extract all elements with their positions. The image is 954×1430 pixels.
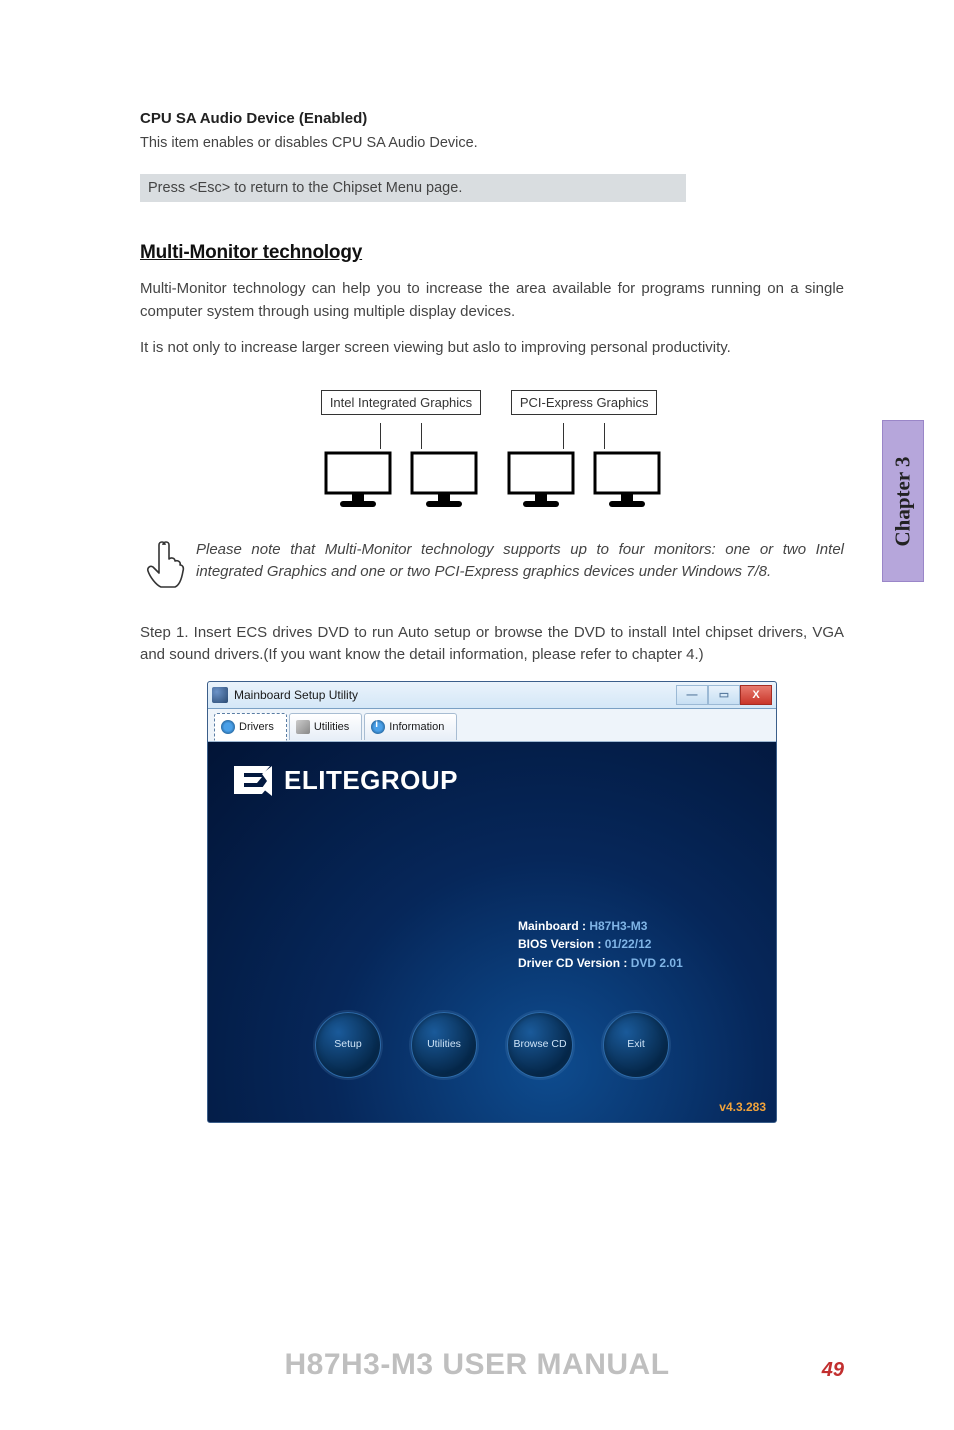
pcie-label: PCI-Express Graphics [511,390,658,415]
chapter-label: Chapter 3 [891,456,916,546]
note-text: Please note that Multi-Monitor technolog… [196,539,844,594]
monitor-diagram: Intel Integrated Graphics PCI-Express Gr… [140,390,844,511]
titlebar: Mainboard Setup Utility — ▭ X [208,682,776,709]
mm-para-2: It is not only to increase larger screen… [140,337,844,360]
button-label: Utilities [427,1039,461,1051]
connector-row [380,423,422,449]
chapter-tab: Chapter 3 [882,420,924,582]
minimize-button[interactable]: — [676,685,708,705]
hand-icon [140,539,186,594]
footer-title: H87H3-M3 USER MANUAL [0,1348,954,1382]
cd-label: Driver CD Version : [518,956,631,970]
tab-label: Drivers [239,721,274,733]
connector-line [380,423,381,449]
connector-row [563,423,605,449]
connector-line [563,423,564,449]
bios-value: 01/22/12 [605,937,652,951]
button-label: Setup [334,1039,361,1051]
section-title: Multi-Monitor technology [140,242,844,264]
close-button[interactable]: X [740,685,772,705]
tab-information[interactable]: Information [364,713,457,740]
tool-icon [296,720,310,734]
monitor-group-pcie: PCI-Express Graphics [505,390,663,511]
page-number: 49 [822,1359,844,1382]
monitor-group-integrated: Intel Integrated Graphics [321,390,481,511]
ecs-logo-icon [232,764,276,798]
setup-button[interactable]: Setup [315,1012,381,1078]
integrated-label: Intel Integrated Graphics [321,390,481,415]
mm-para-1: Multi-Monitor technology can help you to… [140,278,844,323]
monitor-icon [408,449,480,511]
mainboard-label: Mainboard : [518,919,589,933]
mainboard-value: H87H3-M3 [589,919,647,933]
monitors-row [322,449,480,511]
brand-text: ELITEGROUP [284,765,458,796]
connector-line [604,423,605,449]
monitor-icon [322,449,394,511]
browse-cd-button[interactable]: Browse CD [507,1012,573,1078]
utilities-button[interactable]: Utilities [411,1012,477,1078]
esc-hint-box: Press <Esc> to return to the Chipset Men… [140,174,686,202]
monitor-icon [505,449,577,511]
utility-body: ELITEGROUP Mainboard : H87H3-M3 BIOS Ver… [208,742,776,1122]
button-label: Browse CD [513,1039,566,1051]
round-buttons: Setup Utilities Browse CD Exit [208,1012,776,1078]
footer: H87H3-M3 USER MANUAL [0,1348,954,1382]
window-title: Mainboard Setup Utility [234,688,670,702]
cpu-sa-heading: CPU SA Audio Device (Enabled) [140,110,844,127]
app-icon [212,687,228,703]
note-block: Please note that Multi-Monitor technolog… [140,539,844,594]
exit-button[interactable]: Exit [603,1012,669,1078]
maximize-button[interactable]: ▭ [708,685,740,705]
cpu-sa-desc: This item enables or disables CPU SA Aud… [140,133,844,154]
tab-label: Information [389,721,444,733]
cd-icon [221,720,235,734]
version-text: v4.3.283 [719,1100,766,1114]
tab-label: Utilities [314,721,349,733]
tab-bar: Drivers Utilities Information [208,709,776,742]
tab-drivers[interactable]: Drivers [214,713,287,741]
brand: ELITEGROUP [232,764,458,798]
monitors-row [505,449,663,511]
system-info: Mainboard : H87H3-M3 BIOS Version : 01/2… [518,917,683,973]
cd-value: DVD 2.01 [631,956,683,970]
bios-label: BIOS Version : [518,937,605,951]
connector-line [421,423,422,449]
setup-utility-window: Mainboard Setup Utility — ▭ X Drivers Ut… [207,681,777,1123]
info-icon [371,720,385,734]
monitor-icon [591,449,663,511]
tab-utilities[interactable]: Utilities [289,713,362,740]
step-1-text: Step 1. Insert ECS drives DVD to run Aut… [140,622,844,667]
button-label: Exit [627,1039,645,1051]
